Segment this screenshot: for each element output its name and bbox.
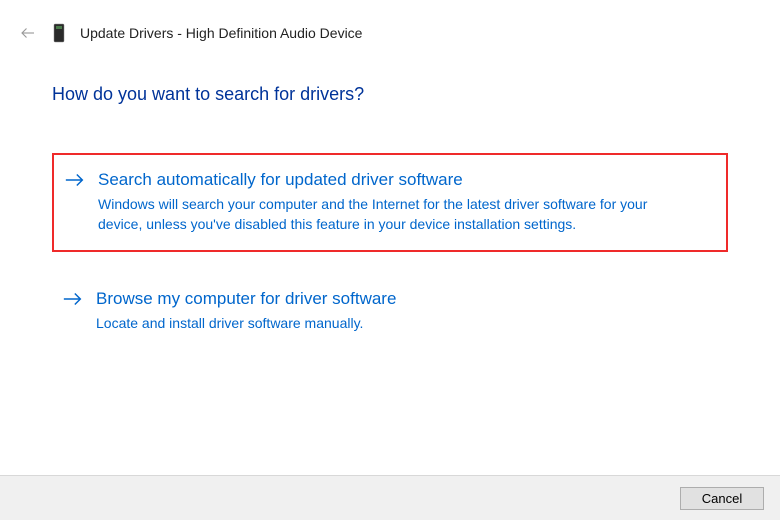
- search-question: How do you want to search for drivers?: [52, 84, 728, 105]
- option-text: Search automatically for updated driver …: [98, 169, 716, 234]
- option-title: Browse my computer for driver software: [96, 288, 718, 310]
- option-description: Locate and install driver software manua…: [96, 314, 656, 334]
- window-title: Update Drivers - High Definition Audio D…: [80, 25, 362, 41]
- option-browse-computer[interactable]: Browse my computer for driver software L…: [52, 274, 728, 350]
- option-search-automatically[interactable]: Search automatically for updated driver …: [52, 153, 728, 252]
- option-text: Browse my computer for driver software L…: [96, 288, 718, 334]
- dialog-footer: Cancel: [0, 475, 780, 520]
- back-button[interactable]: [18, 23, 38, 43]
- arrow-right-icon: [62, 290, 84, 312]
- arrow-right-icon: [64, 171, 86, 193]
- option-description: Windows will search your computer and th…: [98, 195, 658, 234]
- dialog-content: How do you want to search for drivers? S…: [0, 52, 780, 350]
- device-icon: [52, 22, 66, 44]
- cancel-button[interactable]: Cancel: [680, 487, 764, 510]
- option-title: Search automatically for updated driver …: [98, 169, 716, 191]
- dialog-header: Update Drivers - High Definition Audio D…: [0, 0, 780, 52]
